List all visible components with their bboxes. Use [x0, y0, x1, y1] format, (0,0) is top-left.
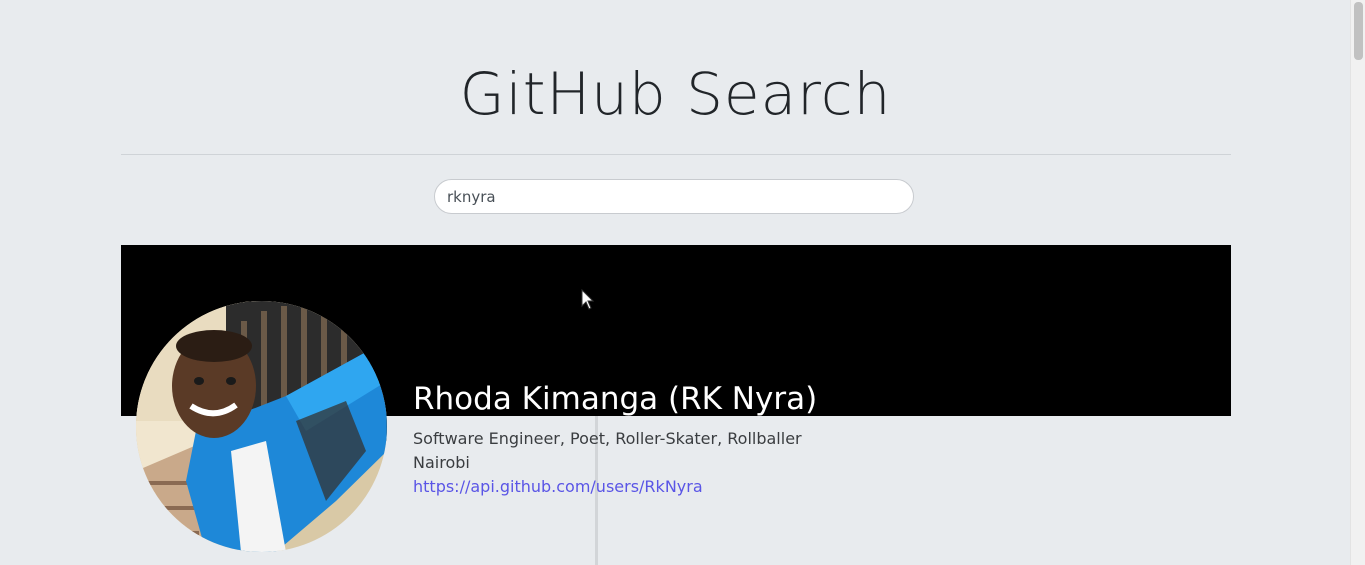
- search-input[interactable]: [434, 179, 914, 214]
- user-profile-link[interactable]: https://api.github.com/users/RkNyra: [413, 477, 703, 496]
- user-bio: Software Engineer, Poet, Roller-Skater, …: [413, 429, 802, 448]
- user-avatar: [136, 301, 387, 552]
- user-name: Rhoda Kimanga (RK Nyra): [413, 381, 818, 417]
- user-info: Software Engineer, Poet, Roller-Skater, …: [413, 427, 802, 499]
- mouse-cursor-icon: [581, 289, 595, 310]
- header-divider: [121, 154, 1231, 155]
- page: GitHub Search rknyra Rhoda Kimanga (RK N…: [0, 0, 1365, 565]
- avatar-photo-icon: [136, 301, 387, 552]
- user-location: Nairobi: [413, 453, 470, 472]
- page-title: GitHub Search: [459, 60, 892, 128]
- vertical-scrollbar[interactable]: [1350, 0, 1365, 565]
- scrollbar-thumb[interactable]: [1354, 2, 1363, 60]
